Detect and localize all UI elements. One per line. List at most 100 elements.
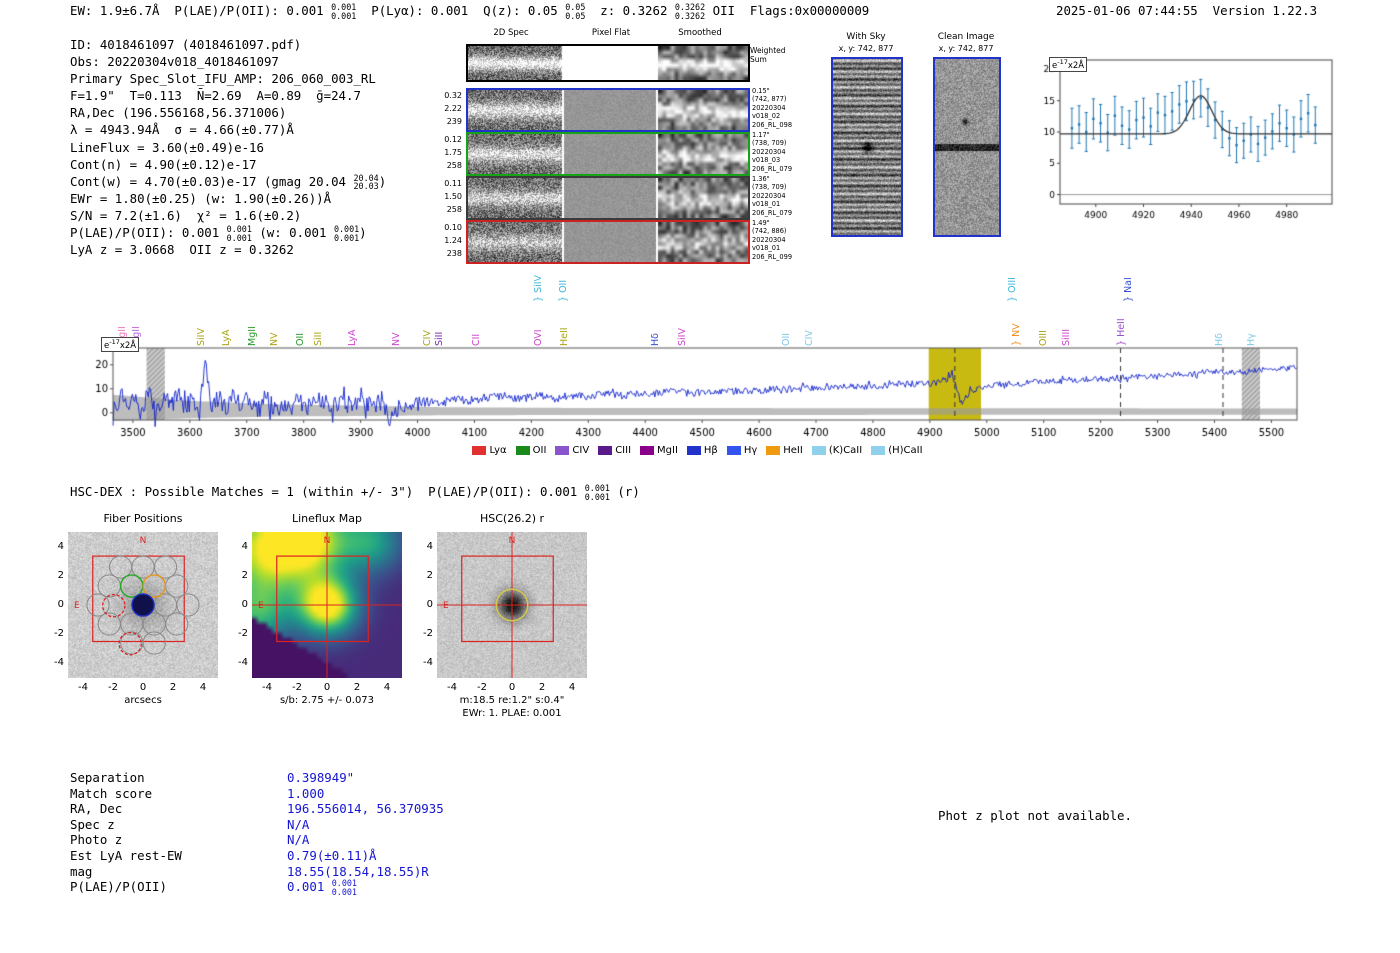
text-segment: 0.001 <box>287 879 332 895</box>
spec2d-row-meta: 1.36" (738, 709) 20220304 v018_01 206_RL_079 <box>752 175 792 217</box>
meta-line: v018_03 <box>752 156 781 165</box>
text-segment: z: 0.3262 <box>585 3 675 19</box>
cutout-xlabel: arcsecs <box>124 695 162 706</box>
line-fit-plot <box>1038 48 1338 230</box>
extraction-box <box>461 555 554 643</box>
x-tick-label: -2 <box>477 682 487 693</box>
weight-value: 0.11 <box>444 179 462 188</box>
match-row-label: Match score <box>70 785 153 801</box>
emission-line-label: SiIV <box>676 328 688 346</box>
stacked-uncertainty: 0.3262 0.3262 <box>675 3 705 20</box>
lower-value: 0.001 <box>333 232 360 243</box>
legend-item: CIII <box>598 445 631 456</box>
match-row-label: Photo z <box>70 832 123 848</box>
emission-line-label: LyA <box>346 329 358 346</box>
spec2d-row-weights: 0.11 1.50 258 <box>438 177 462 216</box>
text-segment: EWr = 1.80(±0.25) (w: 1.90(±0.26))Å <box>70 190 332 206</box>
meta-line: 206_RL_098 <box>752 120 793 129</box>
spec2d-weighted-sum-strip <box>466 44 750 82</box>
spec2d-row-weights: 0.32 2.22 239 <box>438 89 462 128</box>
lower-value: 20.03 <box>353 181 379 192</box>
x-tick-label: 0 <box>139 682 147 693</box>
legend-swatch <box>766 446 781 455</box>
match-row-label: Est LyA rest-EW <box>70 848 182 863</box>
match-row-value: N/A <box>287 832 310 848</box>
emission-line-label: } HeII <box>1116 318 1128 346</box>
text-segment: (r) <box>609 484 640 500</box>
legend-item: (K)CaII <box>811 445 862 456</box>
weight-value: 1.50 <box>444 192 462 201</box>
text-segment: ID: 4018461097 (4018461097.pdf) <box>70 37 302 52</box>
y-label-exp: -17 <box>109 338 120 346</box>
emission-line-label: OII <box>295 332 307 346</box>
hsc-dex-summary: HSC-DEX : Possible Matches = 1 (within +… <box>70 484 640 501</box>
legend-label: HeII <box>783 445 803 456</box>
stacked-uncertainty: 0.001 0.001 <box>331 3 356 20</box>
cutout-caption: m:18.5 re:1.2" s:0.4" <box>459 695 565 706</box>
detection-info-block: ID: 4018461097 (4018461097.pdf) Obs: 2022… <box>70 36 386 258</box>
spec2d-fiber-row <box>466 88 750 132</box>
weight-value: 0.10 <box>444 223 462 232</box>
match-row-value: 0.001 0.001 0.001 <box>287 879 357 896</box>
info-line: Cont(w) = 4.70(±0.03)e-17 (gmag 20.04 20… <box>70 173 386 192</box>
info-line: P(LAE)/P(OII): 0.001 0.001 0.001 (w: 0.00… <box>70 224 386 242</box>
spec2d-fiber-row <box>466 176 750 220</box>
spec2d-col-title: Pixel Flat <box>591 28 631 38</box>
y-tick-label: -2 <box>423 628 433 640</box>
emission-line-label: } NV <box>1011 323 1023 346</box>
legend-item: MgII <box>640 445 678 456</box>
spec2d-row-meta: 0.15" (742, 877) 20220304 v018_02 206_RL_098 <box>752 87 792 129</box>
cutout-overlay-fiber_positions: NE <box>74 536 200 656</box>
meta-line: (742, 877) <box>752 95 787 104</box>
match-row-label: P(LAE)/P(OII) <box>70 879 167 895</box>
text-segment: P(LAE)/P(OII): 0.001 <box>70 225 227 241</box>
stacked-uncertainty: 0.001 0.001 <box>334 225 359 242</box>
x-tick-label: -4 <box>78 682 88 693</box>
elixer-report: EW: 1.9±6.7Å P(LAE)/P(OII): 0.001 0.001 0… <box>0 0 1400 953</box>
emission-line-label: OIII <box>1037 330 1049 346</box>
x-tick-label: 2 <box>169 682 177 693</box>
weight-value: 1.75 <box>444 148 462 157</box>
compass-east-label: E <box>74 601 80 611</box>
x-tick-label: -2 <box>292 682 302 693</box>
x-tick-label: -2 <box>108 682 118 693</box>
y-label-exp: -17 <box>1057 58 1068 66</box>
legend-swatch <box>472 446 487 455</box>
weight-value: 238 <box>446 249 462 258</box>
y-tick-label: 2 <box>57 569 64 581</box>
legend-item: OII <box>515 445 546 456</box>
fiber-circle <box>97 574 121 598</box>
legend-swatch <box>555 446 570 455</box>
y-tick-label: 4 <box>241 540 248 552</box>
spec2d-sum-image <box>468 46 748 80</box>
y-tick-label: -2 <box>54 628 64 640</box>
emission-line-label: SiII <box>312 331 324 346</box>
match-row-value: 18.55(18.54,18.55)R <box>287 863 429 879</box>
spec2d-row-image <box>468 90 748 130</box>
spec2d-row-meta: 1.17" (738, 709) 20220304 v018_03 206_RL_079 <box>752 131 792 173</box>
text-segment: RA,Dec (196.556168,56.371006) <box>70 105 287 121</box>
emission-line-label: Hδ <box>649 333 661 346</box>
info-line: RA,Dec (196.556168,56.371006) <box>70 104 386 121</box>
y-tick-label: 4 <box>57 540 64 552</box>
spec2d-col-title: Smoothed <box>678 28 722 38</box>
legend-label: Lyα <box>489 445 507 456</box>
y-label-rest: x2Å <box>1067 60 1085 71</box>
y-tick-label: -4 <box>238 657 248 669</box>
text-segment: Obs: 20220304v018_4018461097 <box>70 54 279 70</box>
info-line: λ = 4943.94Å σ = 4.66(±0.77)Å <box>70 121 386 138</box>
spectrum-legend: Lyα OII CIV CIII MgII Hβ Hγ HeII (K)CaII (H)CaII <box>95 445 1300 456</box>
weight-value: 258 <box>446 205 462 214</box>
text-segment: S/N = 7.2(±1.6) χ² = 1.6(±0.2) <box>70 207 302 223</box>
text-segment: HSC-DEX : Possible Matches = 1 (within +… <box>70 484 585 500</box>
meta-line: 1.36" <box>752 175 770 183</box>
info-line: ID: 4018461097 (4018461097.pdf) <box>70 36 386 53</box>
x-tick-label: -4 <box>447 682 457 693</box>
lower-value: 0.3262 <box>674 10 706 21</box>
legend-label: (H)CaII <box>888 445 923 456</box>
weight-value: 239 <box>446 117 462 126</box>
meta-line: 20220304 <box>752 191 786 200</box>
meta-line: (738, 709) <box>752 183 787 192</box>
meta-line: 1.17" <box>752 131 770 139</box>
compass-north-label: N <box>324 536 331 546</box>
